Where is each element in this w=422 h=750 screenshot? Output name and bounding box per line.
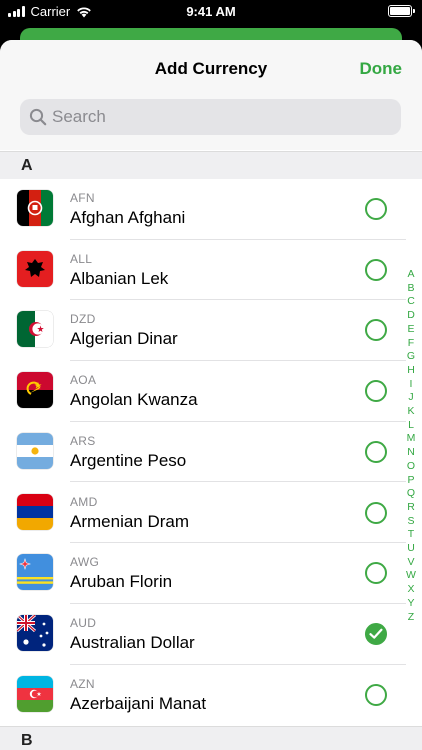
currency-name: Armenian Dram: [70, 511, 190, 531]
index-letter-z[interactable]: Z: [408, 611, 414, 625]
select-circle-icon[interactable]: [365, 683, 387, 706]
currency-row-aud[interactable]: AUD Australian Dollar: [0, 604, 422, 665]
status-bar: Carrier 9:41 AM: [0, 0, 422, 24]
select-circle-icon[interactable]: [365, 198, 387, 220]
index-letter-h[interactable]: H: [407, 364, 415, 378]
section-header-b: B: [0, 726, 422, 750]
index-letter-e[interactable]: E: [407, 323, 414, 337]
index-letter-a[interactable]: A: [407, 268, 414, 282]
select-circle-icon[interactable]: [365, 319, 387, 342]
currency-row-afn[interactable]: AFN Afghan Afghani: [0, 179, 422, 240]
search-field[interactable]: [20, 99, 401, 135]
currency-row-aoa[interactable]: AOA Angolan Kwanza: [0, 361, 422, 422]
argentina-flag-icon: [17, 432, 53, 469]
index-letter-n[interactable]: N: [407, 446, 415, 460]
currency-row-awg[interactable]: AWG Aruban Florin: [0, 543, 422, 604]
afghanistan-flag-icon: [17, 190, 53, 226]
currency-name: Azerbaijani Manat: [70, 693, 207, 713]
index-letter-k[interactable]: K: [407, 405, 414, 419]
section-index[interactable]: ABCDEFGHIJKLMNOPQRSTUVWXYZ: [404, 268, 418, 624]
index-letter-p[interactable]: P: [407, 474, 414, 488]
angola-flag-icon: [17, 372, 53, 409]
battery-icon: [388, 5, 415, 17]
currency-name: Afghan Afghani: [70, 208, 186, 227]
index-letter-f[interactable]: F: [408, 337, 414, 351]
index-letter-u[interactable]: U: [407, 542, 415, 556]
currency-code: AZN: [70, 676, 95, 691]
index-letter-l[interactable]: L: [408, 419, 414, 433]
index-letter-v[interactable]: V: [407, 556, 414, 570]
index-letter-d[interactable]: D: [407, 309, 415, 323]
currency-code: DZD: [70, 312, 96, 327]
currency-name: Argentine Peso: [70, 450, 187, 470]
australia-flag-icon: [17, 614, 53, 651]
index-letter-t[interactable]: T: [408, 528, 414, 542]
search-icon: [29, 108, 47, 126]
index-letter-m[interactable]: M: [407, 432, 416, 446]
select-circle-icon[interactable]: [365, 562, 387, 585]
search-bar: [0, 98, 422, 150]
index-letter-w[interactable]: W: [406, 569, 416, 583]
index-letter-y[interactable]: Y: [407, 597, 414, 611]
currency-code: AOA: [70, 373, 97, 388]
algeria-flag-icon: [17, 311, 53, 348]
albania-flag-icon: [17, 250, 53, 287]
currency-row-amd[interactable]: AMD Armenian Dram: [0, 483, 422, 544]
currency-row-all[interactable]: ALL Albanian Lek: [0, 240, 422, 301]
index-letter-j[interactable]: J: [408, 391, 413, 405]
currency-row-dzd[interactable]: DZD Algerian Dinar: [0, 300, 422, 362]
section-header-a: A: [0, 151, 422, 179]
currency-name: Australian Dollar: [70, 632, 195, 652]
select-circle-icon[interactable]: [365, 440, 387, 463]
armenia-flag-icon: [17, 493, 53, 530]
currency-name: Algerian Dinar: [70, 329, 178, 349]
checkmark-circle-icon[interactable]: [365, 622, 387, 645]
currency-row-azn[interactable]: AZN Azerbaijani Manat: [0, 665, 422, 726]
index-letter-b[interactable]: B: [407, 282, 414, 296]
index-letter-i[interactable]: I: [410, 378, 413, 392]
done-button[interactable]: Done: [360, 59, 403, 79]
status-time: 9:41 AM: [186, 4, 236, 19]
index-letter-o[interactable]: O: [407, 460, 415, 474]
currency-code: ARS: [70, 433, 96, 448]
currency-name: Aruban Florin: [70, 572, 173, 592]
index-letter-r[interactable]: R: [407, 501, 415, 515]
navigation-bar: Add Currency Done: [0, 40, 422, 98]
index-letter-q[interactable]: Q: [407, 487, 415, 501]
currency-row-ars[interactable]: ARS Argentine Peso: [0, 422, 422, 483]
currency-code: AUD: [70, 615, 97, 630]
currency-code: AFN: [70, 191, 95, 205]
currency-code: AMD: [70, 494, 98, 509]
azerbaijan-flag-icon: [17, 675, 53, 712]
add-currency-sheet: Add Currency Done A AFN Afghan Afghani: [0, 40, 422, 750]
select-circle-icon[interactable]: [365, 501, 387, 524]
currency-code: ALL: [70, 251, 93, 266]
index-letter-c[interactable]: C: [407, 295, 415, 309]
index-letter-x[interactable]: X: [407, 583, 414, 597]
select-circle-icon[interactable]: [365, 380, 387, 403]
aruba-flag-icon: [17, 554, 53, 591]
currency-code: AWG: [70, 555, 100, 570]
index-letter-s[interactable]: S: [407, 515, 414, 529]
select-circle-icon[interactable]: [365, 258, 387, 281]
currency-name: Albanian Lek: [70, 268, 169, 288]
index-letter-g[interactable]: G: [407, 350, 415, 364]
search-input[interactable]: [52, 99, 401, 135]
currency-name: Angolan Kwanza: [70, 390, 198, 410]
